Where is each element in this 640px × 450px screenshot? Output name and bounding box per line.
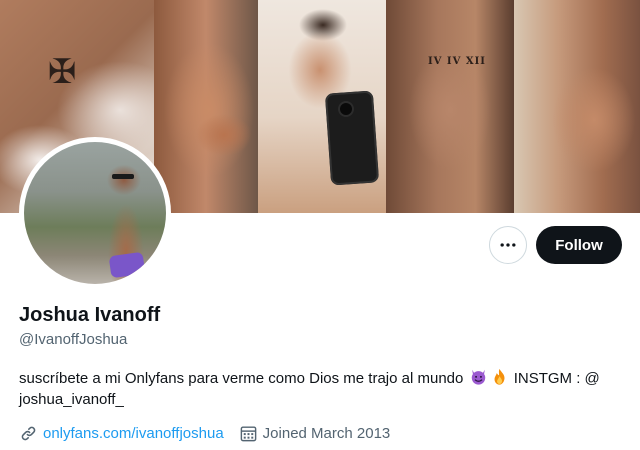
display-name: Joshua Ivanoff [19,304,161,326]
banner-panel-chest [514,0,640,213]
banner-panel-chest-tattoo [386,0,514,213]
website-link[interactable]: onlyfans.com/ivanoffjoshua [43,425,224,442]
bio-text: suscríbete a mi Onlyfans para verme como… [19,370,464,387]
more-horizontal-icon [500,243,516,247]
avatar[interactable] [19,137,171,289]
chest-tattoo-text: IV IV XII [428,56,486,67]
profile-meta: onlyfans.com/ivanoffjoshua Joined March … [19,422,390,444]
smiling-devil-emoji-icon [471,369,485,385]
avatar-shorts [108,251,146,279]
banner-panel-torso [154,0,258,213]
joined-date: Joined March 2013 [262,424,391,442]
bio: suscríbete a mi Onlyfans para verme como… [19,368,619,410]
smartphone-icon [324,90,380,186]
link-icon [19,424,38,443]
fire-emoji-icon [494,368,505,385]
user-handle: @IvanoffJoshua [19,331,128,348]
sunglasses-icon [112,174,134,179]
follow-button[interactable]: Follow [536,226,622,264]
camera-lens-icon [340,103,352,115]
profile-header: ✠ IV IV XII Follow Joshua Ivanoff @Ivano… [0,0,640,450]
more-options-button[interactable] [489,226,527,264]
calendar-icon [239,424,258,443]
cross-tattoo-icon: ✠ [47,52,77,92]
